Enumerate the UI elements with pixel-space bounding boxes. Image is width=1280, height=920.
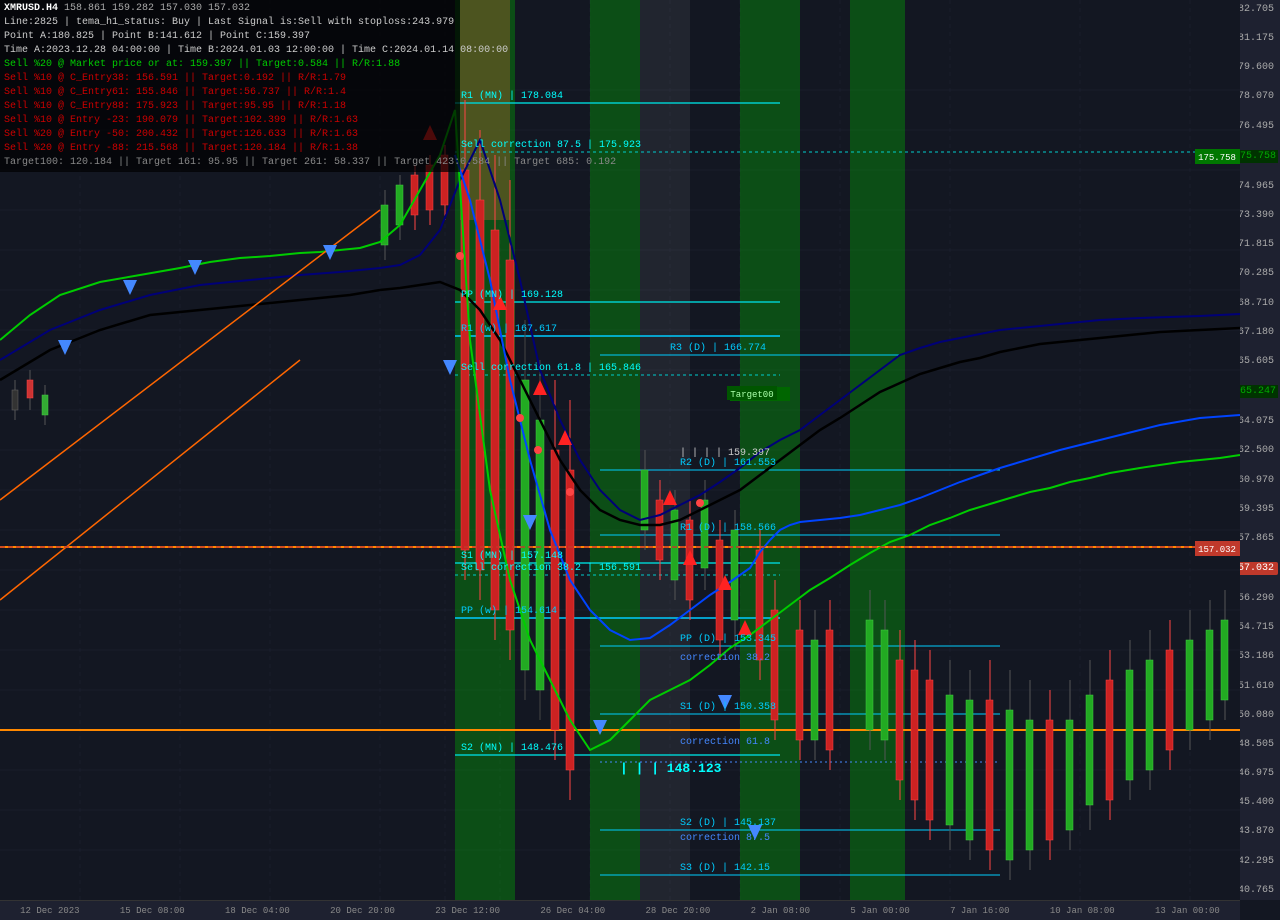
header-line5: Sell %10 @ C_Entry38: 156.591 || Target:…: [4, 72, 456, 86]
time-label: 15 Dec 08:00: [120, 906, 185, 916]
svg-text:PP (MN) | 169.128: PP (MN) | 169.128: [461, 289, 563, 301]
time-axis: 12 Dec 2023 15 Dec 08:00 18 Dec 04:00 20…: [0, 900, 1240, 920]
chart-container: MARKETRADE XMRUSD.H4 158.861 159.282 157…: [0, 0, 1280, 920]
svg-text:R3 (D) | 166.774: R3 (D) | 166.774: [670, 342, 766, 354]
header-symbol: XMRUSD.H4 158.861 159.282 157.030 157.03…: [4, 2, 456, 16]
header-line3: Time A:2023.12.28 04:00:00 | Time B:2024…: [4, 44, 456, 58]
time-label: 18 Dec 04:00: [225, 906, 290, 916]
time-label: 5 Jan 00:00: [850, 906, 909, 916]
svg-text:PP (w) | 154.614: PP (w) | 154.614: [461, 605, 557, 617]
svg-text:S1 (D) | 150.358: S1 (D) | 150.358: [680, 701, 776, 713]
info-panel: XMRUSD.H4 158.861 159.282 157.030 157.03…: [0, 0, 460, 172]
header-line2: Point A:180.825 | Point B:141.612 | Poin…: [4, 30, 456, 44]
svg-text:correction 61.8: correction 61.8: [680, 736, 770, 748]
svg-text:R1 (w) | 167.617: R1 (w) | 167.617: [461, 323, 557, 335]
header-line8: Sell %10 @ Entry -23: 190.079 || Target:…: [4, 114, 456, 128]
header-line11: Target100: 120.184 || Target 161: 95.95 …: [4, 156, 456, 170]
svg-text:PP (D) | 153.345: PP (D) | 153.345: [680, 633, 776, 645]
time-label: 2 Jan 08:00: [751, 906, 810, 916]
svg-text:Sell correction 61.8 | 165.846: Sell correction 61.8 | 165.846: [461, 362, 641, 374]
svg-text:correction 87.5: correction 87.5: [680, 832, 770, 844]
time-label: 23 Dec 12:00: [435, 906, 500, 916]
header-line10: Sell %20 @ Entry -88: 215.568 || Target:…: [4, 142, 456, 156]
svg-text:R1 (D) | 158.566: R1 (D) | 158.566: [680, 522, 776, 534]
header-line1: Line:2825 | tema_h1_status: Buy | Last S…: [4, 16, 456, 30]
time-label: 10 Jan 08:00: [1050, 906, 1115, 916]
time-label: 20 Dec 20:00: [330, 906, 395, 916]
time-label: 12 Dec 2023: [20, 906, 79, 916]
header-line7: Sell %10 @ C_Entry88: 175.923 || Target:…: [4, 100, 456, 114]
svg-text:157.032: 157.032: [1198, 545, 1236, 555]
svg-text:Sell correction 87.5 | 175.923: Sell correction 87.5 | 175.923: [461, 139, 641, 151]
svg-text:S3 (D) | 142.15: S3 (D) | 142.15: [680, 862, 770, 874]
svg-text:correction 38.2: correction 38.2: [680, 652, 770, 664]
svg-text:| | | | 159.397: | | | | 159.397: [680, 447, 770, 459]
svg-text:R1 (MN) | 178.084: R1 (MN) | 178.084: [461, 90, 563, 102]
header-line9: Sell %20 @ Entry -50: 200.432 || Target:…: [4, 128, 456, 142]
time-label: 26 Dec 04:00: [540, 906, 605, 916]
svg-text:S2 (MN) | 148.476: S2 (MN) | 148.476: [461, 742, 563, 754]
time-label: 7 Jan 16:00: [950, 906, 1009, 916]
svg-text:Target00: Target00: [730, 390, 773, 400]
svg-text:S1 (MN) | 157.148: S1 (MN) | 157.148: [461, 550, 563, 562]
svg-text:175.758: 175.758: [1198, 153, 1236, 163]
header-line6: Sell %10 @ C_Entry61: 155.846 || Target:…: [4, 86, 456, 100]
svg-text:| | | 148.123: | | | 148.123: [620, 761, 722, 776]
header-line4: Sell %20 @ Market price or at: 159.397 |…: [4, 58, 456, 72]
svg-text:Sell correction 38.2 | 156.591: Sell correction 38.2 | 156.591: [461, 562, 641, 574]
time-label: 13 Jan 00:00: [1155, 906, 1220, 916]
time-label: 28 Dec 20:00: [646, 906, 711, 916]
svg-text:S2 (D) | 145.137: S2 (D) | 145.137: [680, 817, 776, 829]
